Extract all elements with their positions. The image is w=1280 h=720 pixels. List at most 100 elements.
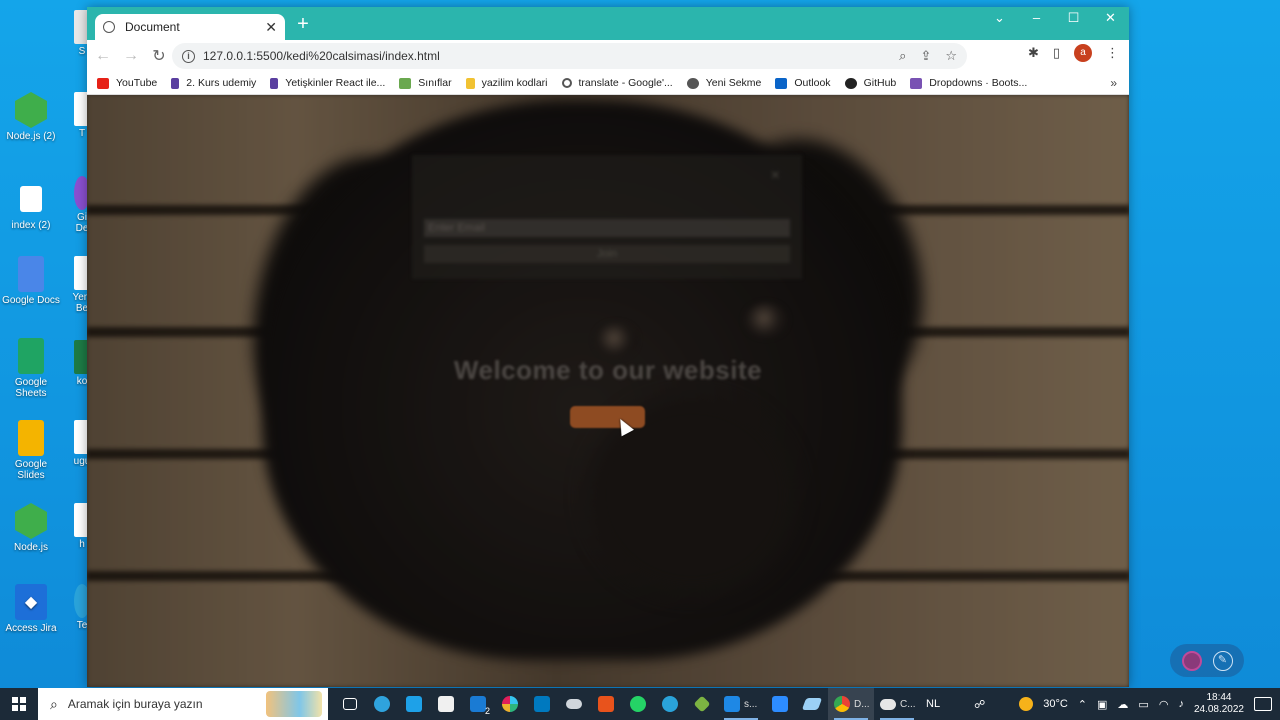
profile-avatar[interactable]: a [1074,44,1092,62]
telegram-icon[interactable] [654,688,686,720]
cta-button[interactable] [570,406,645,428]
clock[interactable]: 18:44 24.08.2022 [1194,692,1244,716]
volume-icon[interactable]: ♪ [1178,698,1184,710]
chevron-up-icon[interactable]: ⌃ [1078,698,1087,711]
minimize-button[interactable]: – [1018,7,1055,31]
zoom-icon[interactable]: ⌕ [899,48,906,64]
taskbar: ⌕ Aramak için buraya yazın 2 s... D... C… [0,688,1280,720]
url-text[interactable]: 127.0.0.1:5500/kedi%20calsimasi/index.ht… [203,49,885,63]
address-bar[interactable]: i 127.0.0.1:5500/kedi%20calsimasi/index.… [172,43,967,69]
bookmark-translate[interactable]: translate - Google'... [561,77,673,89]
outlook-icon [775,77,788,89]
bookmark-yeni-sekme[interactable]: Yeni Sekme [686,77,761,89]
language-indicator[interactable]: NL [926,698,940,710]
back-button[interactable]: ← [91,44,115,68]
cloud-sync-icon[interactable]: ☁ [1117,698,1128,711]
globe-icon [103,21,115,33]
reload-button[interactable]: ↻ [147,44,171,68]
bookmark-yazilim-kodlari[interactable]: yazilim kodlari [465,77,548,89]
search-icon: ⌕ [50,695,58,712]
meet-now-icon[interactable]: ▣ [1097,698,1107,711]
desktop-icon-label: index (2) [11,220,51,231]
desktop-icon-google-slides[interactable]: Google Slides [0,420,62,481]
vscode-icon [724,696,740,712]
folder-icon [465,77,475,89]
globe-icon [686,77,699,89]
nodejs-icon [15,503,47,539]
bookmark-label: yazilim kodlari [481,77,548,89]
clock-time: 18:44 [1206,692,1232,703]
desktop-icon-google-sheets[interactable]: Google Sheets [0,338,62,399]
battery-icon[interactable]: ▭ [1138,698,1148,711]
google-icon [561,78,572,88]
email-field[interactable]: Enter Email [424,219,790,237]
desktop-icon-index-2[interactable]: index (2) [0,186,62,231]
vscode-taskbar-button[interactable]: s... [718,688,764,720]
close-window-button[interactable]: ✕ [1092,7,1129,31]
bookmarks-more-icon[interactable]: » [1110,76,1117,90]
desktop-icon-nodejs-2[interactable]: Node.js (2) [0,92,62,142]
maximize-button[interactable]: ☐ [1055,7,1092,31]
udemy-icon [270,77,279,89]
new-tab-button[interactable]: + [293,13,313,35]
notification-icon[interactable] [1254,697,1272,711]
mail-badge: 2 [484,706,490,716]
desktop-icon-label: Google Sheets [14,377,48,399]
weather-icon[interactable] [1019,697,1034,711]
bookmark-github[interactable]: GitHub [844,77,896,89]
office-icon[interactable] [590,688,622,720]
edge-icon[interactable] [366,688,398,720]
windows-icon [12,697,26,711]
desktop-icon-label: Google Slides [14,459,48,481]
zoom-app-icon[interactable] [764,688,796,720]
desktop-icon-nodejs[interactable]: Node.js [0,503,62,553]
taskbar-label: D... [854,698,870,710]
udemy-icon [171,77,180,89]
network-icon[interactable]: ◠ [1159,698,1169,711]
jira-icon: ◆ [15,584,47,620]
join-button[interactable]: Join [424,245,790,263]
bookmark-react[interactable]: Yetişkinler React ile... [270,77,385,89]
close-tab-icon[interactable]: ✕ [265,19,277,36]
trello-icon[interactable] [526,688,558,720]
side-panel-icon[interactable]: ▯ [1053,45,1060,61]
temperature[interactable]: 30°C [1043,698,1068,710]
desktop-icon-access-jira[interactable]: ◆ Access Jira [0,584,62,634]
pen-app-icon[interactable] [796,688,828,720]
git-icon[interactable] [686,688,718,720]
taskbar-search[interactable]: ⌕ Aramak için buraya yazın [38,688,328,720]
toolbar: ← → ↻ i 127.0.0.1:5500/kedi%20calsimasi/… [87,40,1129,72]
forward-button[interactable]: → [119,44,143,68]
chrome-taskbar-button[interactable]: D... [828,688,874,720]
tab-document[interactable]: Document ✕ [95,14,285,40]
recorder-widget: ✎ [1170,644,1244,677]
mail-icon[interactable]: 2 [462,688,494,720]
bookmark-outlook[interactable]: Outlook [775,77,831,89]
onedrive-icon[interactable] [558,688,590,720]
bookmark-youtube[interactable]: YouTube [97,77,157,89]
task-view-icon[interactable] [334,688,366,720]
slack-icon[interactable] [494,688,526,720]
whatsapp-icon[interactable] [622,688,654,720]
record-icon[interactable] [1181,650,1202,671]
extensions-icon[interactable]: ✱ [1028,45,1039,61]
desktop-icon-google-docs[interactable]: Google Docs [0,256,62,306]
bookmark-siniflar[interactable]: Sınıflar [399,77,452,89]
info-icon[interactable]: i [182,49,195,63]
share-icon[interactable]: ⇪ [920,48,931,64]
bookmark-label: Outlook [794,77,831,89]
bookmark-dropdowns-bootstrap[interactable]: Dropdowns · Boots... [910,77,1027,89]
tab-search-icon[interactable]: ⌄ [981,7,1018,31]
start-button[interactable] [0,688,38,720]
store-icon[interactable] [430,688,462,720]
people-icon[interactable]: ☍ [974,698,985,711]
pen-icon[interactable]: ✎ [1212,650,1233,671]
signup-modal: × Enter Email Join [412,155,802,279]
modal-close-icon[interactable]: × [771,167,780,185]
menu-icon[interactable]: ⋮ [1106,45,1119,61]
bookmark-kurs-udemiy[interactable]: 2. Kurs udemiy [171,77,256,89]
bookmark-star-icon[interactable]: ☆ [945,48,957,64]
cloud-app-taskbar-button[interactable]: C... [874,688,920,720]
file-explorer-icon[interactable] [398,688,430,720]
github-icon [844,77,857,89]
